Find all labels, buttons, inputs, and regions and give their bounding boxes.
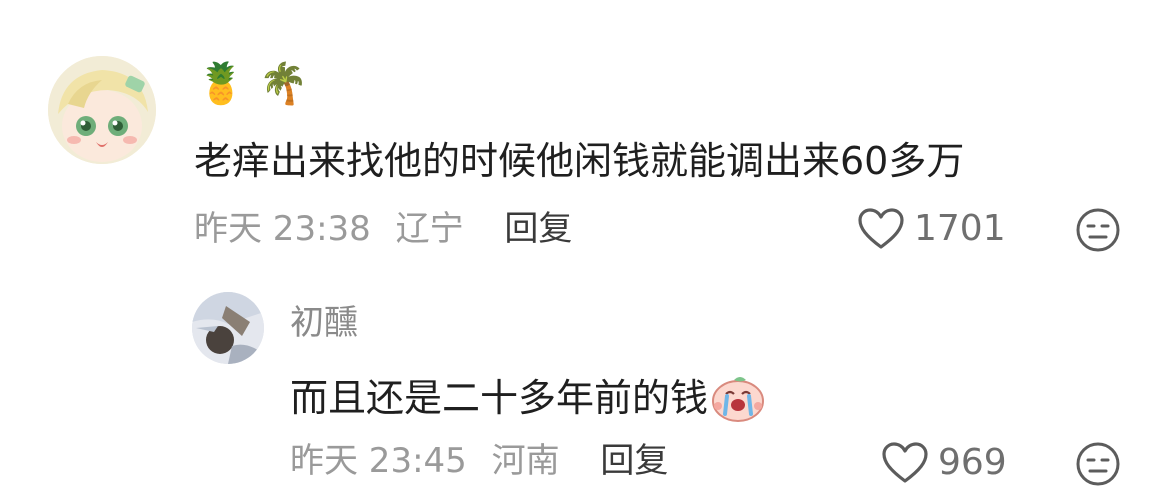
avatar[interactable] — [48, 56, 156, 164]
expressionless-face-icon — [1076, 442, 1120, 486]
crying-peach-sticker-icon — [712, 377, 765, 422]
comment-text-content: 而且还是二十多年前的钱 — [290, 376, 709, 420]
comment-text: 老痒出来找他的时候他闲钱就能调出来60多万 — [194, 139, 965, 183]
sketch-drawing-avatar-icon — [192, 292, 264, 364]
username[interactable]: 🍍 🌴 — [196, 64, 308, 104]
like-button[interactable]: 969 — [882, 442, 1007, 484]
comment-location: 河南 — [491, 441, 560, 481]
username[interactable]: 初醺 — [290, 306, 358, 340]
plush-doll-avatar-icon — [48, 56, 156, 164]
like-count: 969 — [938, 442, 1007, 483]
avatar[interactable] — [192, 292, 264, 364]
comment-location: 辽宁 — [395, 209, 464, 249]
like-button[interactable]: 1701 — [858, 208, 1006, 250]
heart-icon — [858, 208, 904, 249]
like-count: 1701 — [914, 208, 1006, 249]
reply-comment-item: 初醺 而且还是二十多年前的钱 昨天 23:45 河南 回复 969 — [0, 260, 1169, 501]
comment-text: 而且还是二十多年前的钱 — [290, 374, 766, 422]
comment-time: 昨天 23:45 — [290, 441, 467, 481]
reply-button[interactable]: 回复 — [504, 209, 572, 249]
dislike-button[interactable] — [1075, 441, 1121, 491]
comment-meta: 昨天 23:45 河南 回复 — [290, 444, 668, 478]
reply-button[interactable]: 回复 — [600, 441, 668, 481]
comment-meta: 昨天 23:38 辽宁 回复 — [194, 212, 572, 246]
comment-item: 🍍 🌴 老痒出来找他的时候他闲钱就能调出来60多万 昨天 23:38 辽宁 回复… — [0, 0, 1169, 260]
expressionless-face-icon — [1076, 208, 1120, 252]
heart-icon — [882, 442, 928, 483]
dislike-button[interactable] — [1075, 207, 1121, 257]
comment-time: 昨天 23:38 — [194, 209, 371, 249]
